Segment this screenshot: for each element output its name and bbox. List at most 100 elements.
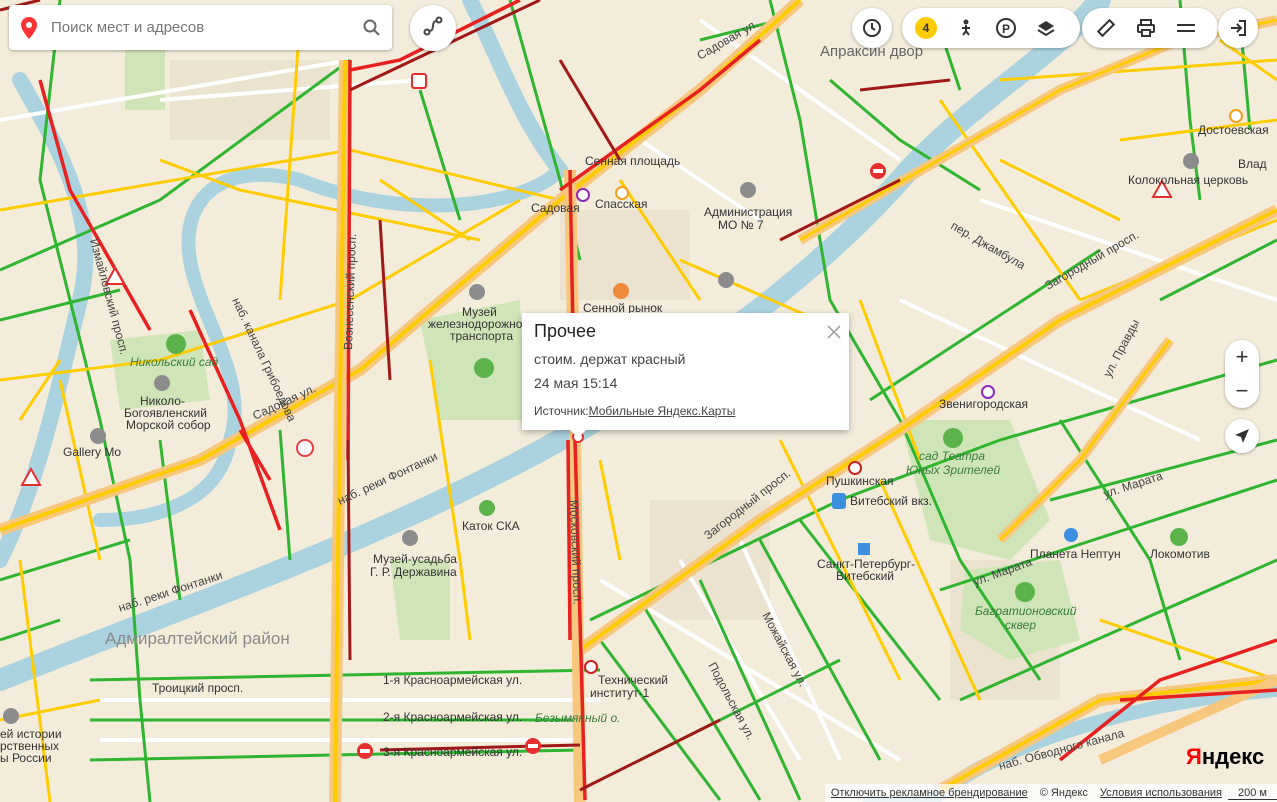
search-icon[interactable] xyxy=(352,19,392,37)
label-sad-teatra-2: Юных Зрителей xyxy=(906,463,1000,477)
parking-icon: P xyxy=(996,18,1016,38)
metro-icon xyxy=(848,461,862,475)
label-katok: Каток СКА xyxy=(462,519,520,533)
label-tehn-2: институт-1 xyxy=(590,686,650,700)
label-sad-teatra-1: сад Театра xyxy=(919,449,985,463)
label-vlad: Влад xyxy=(1238,157,1267,171)
map-footer: Отключить рекламное брендирование © Янде… xyxy=(824,784,1277,802)
popup-source-label: Источник: xyxy=(534,404,589,418)
label-bagration-2: сквер xyxy=(1005,618,1036,632)
popup-time: 24 мая 15:14 xyxy=(534,375,618,391)
ruler-button[interactable] xyxy=(1086,8,1126,48)
park-icon xyxy=(943,428,963,448)
label-krasnoarm-1: 1-я Красноармейская ул. xyxy=(383,673,522,687)
scale-label: 200 м xyxy=(1228,787,1277,800)
label-troitsky: Троицкий просп. xyxy=(152,681,243,695)
train-icon xyxy=(858,543,870,555)
traffic-event-popup: Прочее стоим. держат красный 24 мая 15:1… xyxy=(522,313,849,438)
clock-icon xyxy=(863,19,881,37)
park-icon xyxy=(1015,582,1035,602)
traffic-level: 4 xyxy=(922,21,930,35)
rink-icon xyxy=(479,500,495,516)
parking-button[interactable]: P xyxy=(986,8,1026,48)
login-icon xyxy=(1231,20,1246,36)
label-lokomotiv: Локомотив xyxy=(1150,547,1210,561)
ruler-icon xyxy=(1096,18,1116,38)
museum-icon xyxy=(469,284,485,300)
panorama-button[interactable] xyxy=(946,8,986,48)
route-icon xyxy=(422,15,444,42)
label-spasskaya: Спасская xyxy=(595,197,648,211)
zoom-in-button[interactable]: + xyxy=(1225,340,1259,374)
panorama-man-icon xyxy=(962,19,970,36)
traffic-button[interactable]: 4 xyxy=(906,8,946,48)
label-gallery: Gallery Mo xyxy=(63,445,121,459)
church-icon xyxy=(154,375,170,391)
search-box xyxy=(9,5,392,50)
shop-icon xyxy=(1064,528,1078,542)
geolocation-arrow-icon xyxy=(1235,429,1249,443)
park-icon xyxy=(474,358,494,378)
label-nikolsky: Никольский сад xyxy=(130,355,219,369)
admin-icon xyxy=(718,272,734,288)
label-derzhavin-1: Музей-усадьба xyxy=(373,552,457,566)
disable-branding-link[interactable]: Отключить рекламное брендирование xyxy=(831,787,1028,799)
geolocation-button[interactable] xyxy=(1225,419,1259,453)
hospital-icon xyxy=(296,439,314,457)
market-icon xyxy=(613,283,629,299)
label-spb-vit-2: Витебский xyxy=(836,569,894,583)
metro-icon xyxy=(1229,109,1243,123)
popup-title: Прочее xyxy=(534,321,596,341)
metro-icon xyxy=(584,660,598,674)
label-zvenigorod: Звенигородская xyxy=(939,397,1028,411)
museum-icon xyxy=(3,708,19,724)
label-bagration-1: Багратионовский xyxy=(975,604,1077,618)
print-button[interactable] xyxy=(1126,8,1166,48)
label-pushkin: Пушкинская xyxy=(826,474,894,488)
label-admiralt: Адмиралтейский район xyxy=(105,629,290,648)
layers-icon xyxy=(1037,21,1055,37)
label-tehn-1: Технический xyxy=(598,673,668,687)
label-dostoevsk: Достоевская xyxy=(1198,123,1269,137)
traffic-level-badge: 4 xyxy=(915,17,937,39)
menu-icon xyxy=(1177,24,1195,32)
church-icon xyxy=(1183,153,1199,169)
label-krasnoarm-3: 3-я Красноармейская ул. xyxy=(383,745,522,759)
park-icon xyxy=(166,334,186,354)
location-pin-icon xyxy=(9,16,49,39)
tools-toolbar xyxy=(1082,8,1218,48)
label-planeta: Планета Нептун xyxy=(1030,547,1121,561)
train-station-icon xyxy=(832,493,846,509)
menu-button[interactable] xyxy=(1166,8,1206,48)
label-bezym: Безымянный о. xyxy=(535,711,620,725)
label-sadovaya: Садовая xyxy=(531,201,580,215)
label-nikolo-3: Морской собор xyxy=(126,418,211,432)
accident-icon xyxy=(411,73,427,89)
yandex-logo[interactable]: Яндекс xyxy=(1186,744,1264,770)
label-krasnoarm-2: 2-я Красноармейская ул. xyxy=(383,710,522,724)
label-military-3: ы России xyxy=(0,751,52,765)
login-button[interactable] xyxy=(1218,8,1258,48)
layers-button[interactable] xyxy=(1026,8,1066,48)
terms-link[interactable]: Условия использования xyxy=(1100,787,1222,799)
layers-toolbar: 4 P xyxy=(902,8,1080,48)
zoom-out-button[interactable]: − xyxy=(1225,374,1259,408)
svg-text:P: P xyxy=(1002,22,1010,36)
stadium-icon xyxy=(1170,528,1188,546)
route-button[interactable] xyxy=(410,5,456,51)
label-sennaya: Сенная площадь xyxy=(585,154,680,168)
gallery-icon xyxy=(90,428,106,444)
close-icon[interactable] xyxy=(825,323,843,341)
popup-description: стоим. держат красный xyxy=(534,351,686,367)
label-derzhavin-2: Г. Р. Державина xyxy=(370,565,457,579)
popup-source: Источник:Мобильные Яндекс.Карты xyxy=(534,404,735,418)
copyright: © Яндекс xyxy=(1039,787,1088,799)
museum-icon xyxy=(402,530,418,546)
history-button[interactable] xyxy=(852,8,892,48)
admin-icon xyxy=(740,182,756,198)
popup-source-link[interactable]: Мобильные Яндекс.Карты xyxy=(589,404,736,418)
label-mo7: МО № 7 xyxy=(718,218,764,232)
search-input[interactable] xyxy=(49,18,352,37)
label-admin: Администрация xyxy=(704,205,792,219)
label-vitebsky: Витебский вкз. xyxy=(850,494,932,508)
